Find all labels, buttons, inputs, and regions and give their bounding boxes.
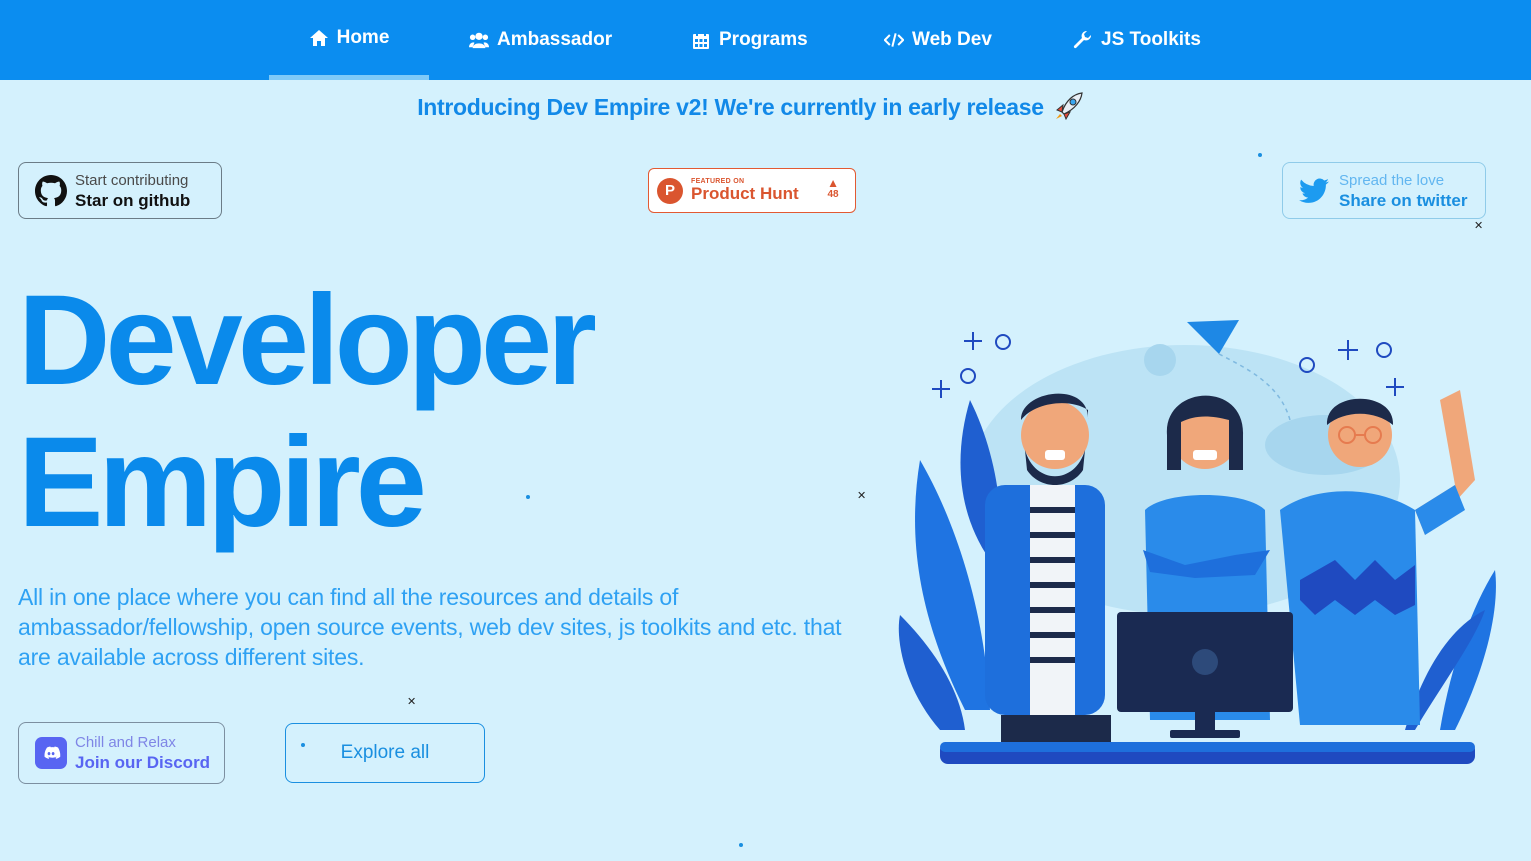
producthunt-icon: P <box>657 177 683 204</box>
twitter-badge-title: Share on twitter <box>1339 190 1468 210</box>
nav-home[interactable]: Home <box>269 0 429 80</box>
producthunt-votes: ▲ 48 <box>827 177 839 200</box>
nav-js-toolkits[interactable]: JS Toolkits <box>1073 0 1201 80</box>
twitter-icon <box>1299 177 1329 203</box>
code-icon <box>884 33 904 47</box>
hero-title: Developer Empire <box>18 269 597 554</box>
twitter-share-button[interactable]: Spread the love Share on twitter <box>1282 162 1486 219</box>
calendar-icon <box>693 31 709 49</box>
sparkle-icon: ✕ <box>1474 220 1484 232</box>
github-badge-title: Star on github <box>75 190 191 210</box>
nav-js-toolkits-label: JS Toolkits <box>1101 29 1201 50</box>
discord-badge-title: Join our Discord <box>75 753 211 772</box>
dot-decoration <box>301 743 305 747</box>
nav-programs-label: Programs <box>719 29 808 50</box>
github-star-button[interactable]: Start contributing Star on github <box>18 162 222 219</box>
dot-decoration <box>739 843 743 847</box>
sparkle-icon: ✕ <box>857 490 867 502</box>
github-icon <box>35 174 67 206</box>
discord-join-button[interactable]: Chill and Relax Join our Discord <box>18 722 225 784</box>
announcement-banner: Introducing Dev Empire v2! We're current… <box>0 92 1501 126</box>
hero-title-line2: Empire <box>18 411 427 554</box>
dot-decoration <box>1258 153 1262 157</box>
home-icon <box>309 29 328 46</box>
producthunt-badge[interactable]: P FEATURED ON Product Hunt ▲ 48 <box>648 168 856 213</box>
rocket-icon <box>1054 92 1084 126</box>
dot-decoration <box>526 495 530 499</box>
nav-ambassador[interactable]: Ambassador <box>469 0 612 80</box>
nav-programs[interactable]: Programs <box>691 0 808 80</box>
top-navbar: Home Ambassador Programs Web Dev JS Tool… <box>0 0 1531 80</box>
team-illustration <box>898 320 1496 764</box>
nav-web-dev[interactable]: Web Dev <box>884 0 992 80</box>
wrench-icon <box>1073 30 1092 49</box>
nav-home-label: Home <box>336 26 390 48</box>
discord-icon <box>35 737 67 769</box>
discord-badge-subtitle: Chill and Relax <box>75 734 176 751</box>
announcement-text: Introducing Dev Empire v2! We're current… <box>417 94 1044 121</box>
upvote-icon: ▲ <box>827 176 839 190</box>
sparkle-icon: ✕ <box>407 696 417 708</box>
github-badge-subtitle: Start contributing <box>75 171 189 189</box>
explore-all-button[interactable]: Explore all <box>285 723 485 783</box>
nav-ambassador-label: Ambassador <box>497 29 613 50</box>
producthunt-vote-count: 48 <box>827 189 839 200</box>
nav-web-dev-label: Web Dev <box>912 29 992 50</box>
twitter-badge-subtitle: Spread the love <box>1339 171 1445 189</box>
producthunt-name: Product Hunt <box>691 184 799 203</box>
users-icon <box>469 32 489 49</box>
hero-title-line1: Developer <box>18 269 597 412</box>
hero-description: All in one place where you can find all … <box>18 584 842 670</box>
